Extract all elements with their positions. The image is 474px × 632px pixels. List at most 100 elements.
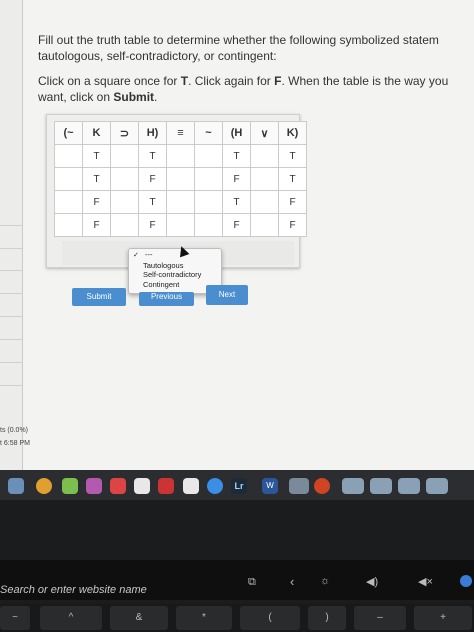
header-cell: (~ <box>54 121 83 145</box>
table-cell: F <box>82 213 111 237</box>
instruction-line-1: Fill out the truth table to determine wh… <box>38 33 439 47</box>
option-tautologous[interactable]: Tautologous <box>143 261 183 270</box>
table-cell[interactable] <box>166 190 195 214</box>
mute-icon[interactable]: ◀× <box>418 575 433 588</box>
header-cell: K) <box>278 121 307 145</box>
table-cell[interactable] <box>250 190 279 214</box>
no-entry-icon[interactable] <box>110 478 126 494</box>
touch-bar-search[interactable]: Search or enter website name <box>0 584 147 596</box>
table-cell[interactable] <box>250 167 279 191</box>
table-cell: F <box>278 190 307 214</box>
header-cell: H) <box>138 121 167 145</box>
header-cell: (H <box>222 121 251 145</box>
table-cell: T <box>82 167 111 191</box>
instruction-line-4: want, click on Submit. <box>38 90 158 104</box>
app-store-icon[interactable] <box>207 478 223 494</box>
app-icon[interactable] <box>289 478 309 494</box>
table-cell[interactable] <box>54 144 83 168</box>
table-cell[interactable] <box>250 213 279 237</box>
chrome-icon[interactable] <box>36 478 52 494</box>
table-cell: T <box>138 190 167 214</box>
window-thumbnail[interactable] <box>426 478 448 494</box>
table-row: F T T F <box>54 190 307 214</box>
siri-icon[interactable] <box>460 575 472 587</box>
table-cell: F <box>82 190 111 214</box>
key[interactable]: ) <box>308 606 346 630</box>
check-icon: ✓ <box>133 252 139 259</box>
header-cell: K <box>82 121 111 145</box>
table-cell: T <box>82 144 111 168</box>
volume-icon[interactable]: ◀) <box>366 575 378 588</box>
itunes-icon[interactable] <box>86 478 102 494</box>
window-thumbnail[interactable] <box>398 478 420 494</box>
table-cell: T <box>222 190 251 214</box>
browser-screen: ts (0.0%) t 6:58 PM Fill out the truth t… <box>0 0 474 470</box>
truth-table: (~ K ⊃ H) ≡ ~ (H ∨ K) T T T T T F F T F … <box>54 121 307 237</box>
table-cell: T <box>278 167 307 191</box>
table-row: T T T T <box>54 144 307 168</box>
score-text: ts (0.0%) <box>0 427 29 434</box>
time-text: t 6:58 PM <box>0 440 30 447</box>
dropdown-selected[interactable]: --- <box>145 250 153 259</box>
table-cell[interactable] <box>54 190 83 214</box>
table-cell[interactable] <box>166 167 195 191</box>
table-cell[interactable] <box>54 213 83 237</box>
table-cell: F <box>222 213 251 237</box>
table-cell: F <box>138 167 167 191</box>
table-cell[interactable] <box>110 144 139 168</box>
next-button[interactable]: Next <box>206 285 248 305</box>
key[interactable]: + <box>414 606 472 630</box>
key[interactable]: – <box>354 606 406 630</box>
instruction-line-3: Click on a square once for T. Click agai… <box>38 74 449 88</box>
table-cell[interactable] <box>166 213 195 237</box>
key[interactable]: ^ <box>40 606 102 630</box>
table-header-row: (~ K ⊃ H) ≡ ~ (H ∨ K) <box>54 121 307 145</box>
header-cell: ~ <box>194 121 223 145</box>
left-sidebar <box>0 0 23 470</box>
lightroom-icon[interactable]: Lr <box>231 478 247 494</box>
previous-button[interactable]: Previous <box>139 292 194 306</box>
option-self-contradictory[interactable]: Self-contradictory <box>143 270 201 279</box>
table-cell[interactable] <box>194 190 223 214</box>
table-cell: F <box>138 213 167 237</box>
table-cell[interactable] <box>54 167 83 191</box>
table-cell: T <box>278 144 307 168</box>
table-cell: T <box>138 144 167 168</box>
music-icon[interactable] <box>134 478 150 494</box>
header-cell: ≡ <box>166 121 195 145</box>
tabs-icon[interactable]: ⧉ <box>248 576 256 589</box>
key[interactable]: * <box>176 606 232 630</box>
app-icon[interactable] <box>158 478 174 494</box>
table-cell[interactable] <box>194 167 223 191</box>
table-cell[interactable] <box>110 190 139 214</box>
table-cell: F <box>222 167 251 191</box>
table-row: F F F F <box>54 213 307 237</box>
table-cell[interactable] <box>110 167 139 191</box>
key[interactable]: ~ <box>0 606 30 630</box>
table-cell[interactable] <box>250 144 279 168</box>
books-icon[interactable] <box>183 478 199 494</box>
header-cell: ∨ <box>250 121 279 145</box>
submit-button[interactable]: Submit <box>72 288 126 306</box>
finder-icon[interactable] <box>8 478 24 494</box>
word-icon[interactable]: W <box>262 478 278 494</box>
table-cell[interactable] <box>194 213 223 237</box>
messages-icon[interactable] <box>62 478 78 494</box>
key[interactable]: ( <box>240 606 300 630</box>
window-thumbnail[interactable] <box>370 478 392 494</box>
chevron-left-icon[interactable]: ‹ <box>290 574 294 589</box>
table-row: T F F T <box>54 167 307 191</box>
key[interactable]: & <box>110 606 168 630</box>
table-cell[interactable] <box>110 213 139 237</box>
brightness-icon[interactable]: ☼ <box>320 575 330 587</box>
table-cell: T <box>222 144 251 168</box>
table-cell: F <box>278 213 307 237</box>
window-thumbnail[interactable] <box>342 478 364 494</box>
option-contingent[interactable]: Contingent <box>143 280 179 289</box>
header-cell: ⊃ <box>110 121 139 145</box>
instruction-line-2: tautologous, self-contradictory, or cont… <box>38 49 277 63</box>
table-cell[interactable] <box>166 144 195 168</box>
dock: Lr W <box>0 470 474 500</box>
table-cell[interactable] <box>194 144 223 168</box>
powerpoint-icon[interactable] <box>314 478 330 494</box>
